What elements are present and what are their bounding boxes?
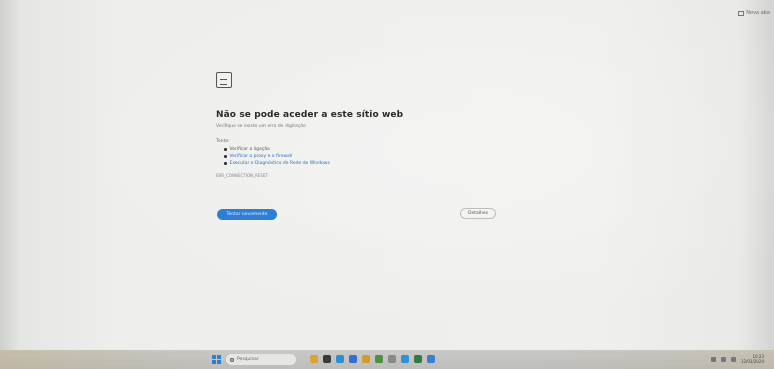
system-tray: 10:23 12/03/2024 xyxy=(710,354,764,364)
screen-glare xyxy=(0,0,774,369)
folder-icon[interactable] xyxy=(310,355,318,363)
wifi-icon[interactable] xyxy=(720,356,726,362)
clock[interactable]: 10:23 12/03/2024 xyxy=(741,354,764,364)
details-button[interactable]: Detalhes xyxy=(460,208,496,219)
error-title: Não se pode aceder a este sítio web xyxy=(216,110,404,120)
windows-logo-icon xyxy=(212,360,216,364)
taskbar-search[interactable]: Pesquisar xyxy=(226,354,296,365)
terminal-icon[interactable] xyxy=(323,355,331,363)
suggestion-text[interactable]: Verificar o proxy e a firewall xyxy=(230,153,293,160)
error-page: Não se pode aceder a este sítio web Veri… xyxy=(216,72,516,178)
chevron-up-icon[interactable] xyxy=(710,356,716,362)
window-icon xyxy=(738,10,745,16)
start-button[interactable] xyxy=(212,355,221,364)
app-icon-2[interactable] xyxy=(401,355,409,363)
chrome-icon[interactable] xyxy=(375,355,383,363)
suggestion-link-proxy[interactable]: Verificar o proxy e a firewall xyxy=(224,153,516,160)
broken-page-icon xyxy=(216,72,232,88)
app-icon-3[interactable] xyxy=(427,355,435,363)
store-icon[interactable] xyxy=(349,355,357,363)
search-placeholder: Pesquisar xyxy=(237,357,259,362)
excel-icon[interactable] xyxy=(414,355,422,363)
bullet-icon xyxy=(224,148,227,151)
new-tab-label: Nova aba xyxy=(746,10,770,16)
clock-date: 12/03/2024 xyxy=(740,359,764,364)
retry-button[interactable]: Tentar novamente xyxy=(217,209,277,220)
windows-logo-icon xyxy=(217,360,221,364)
suggestion-text[interactable]: Executar o Diagnóstico de Rede do Window… xyxy=(230,160,330,167)
new-tab-button[interactable]: Nova aba xyxy=(738,10,770,16)
error-subtitle: Verifique se existe um erro de digitação xyxy=(216,124,306,129)
suggestion-list: Verificar a ligação Verificar o proxy e … xyxy=(224,146,516,167)
windows-logo-icon xyxy=(212,355,216,359)
error-code: ERR_CONNECTION_RESET xyxy=(216,173,268,178)
volume-icon[interactable] xyxy=(730,356,736,362)
suggestion-text: Verificar a ligação xyxy=(229,147,270,152)
bullet-icon xyxy=(224,155,227,158)
suggestion-item: Verificar a ligação xyxy=(224,146,516,153)
taskbar-glare xyxy=(0,350,774,369)
suggestion-link-diagnostics[interactable]: Executar o Diagnóstico de Rede do Window… xyxy=(224,160,516,167)
bullet-icon xyxy=(224,162,227,165)
windows-logo-icon xyxy=(217,355,221,359)
settings-icon[interactable] xyxy=(388,355,396,363)
edge-icon[interactable] xyxy=(336,355,344,363)
search-icon xyxy=(230,357,234,362)
try-label: Tente: xyxy=(216,139,230,144)
app-icon[interactable] xyxy=(362,355,370,363)
